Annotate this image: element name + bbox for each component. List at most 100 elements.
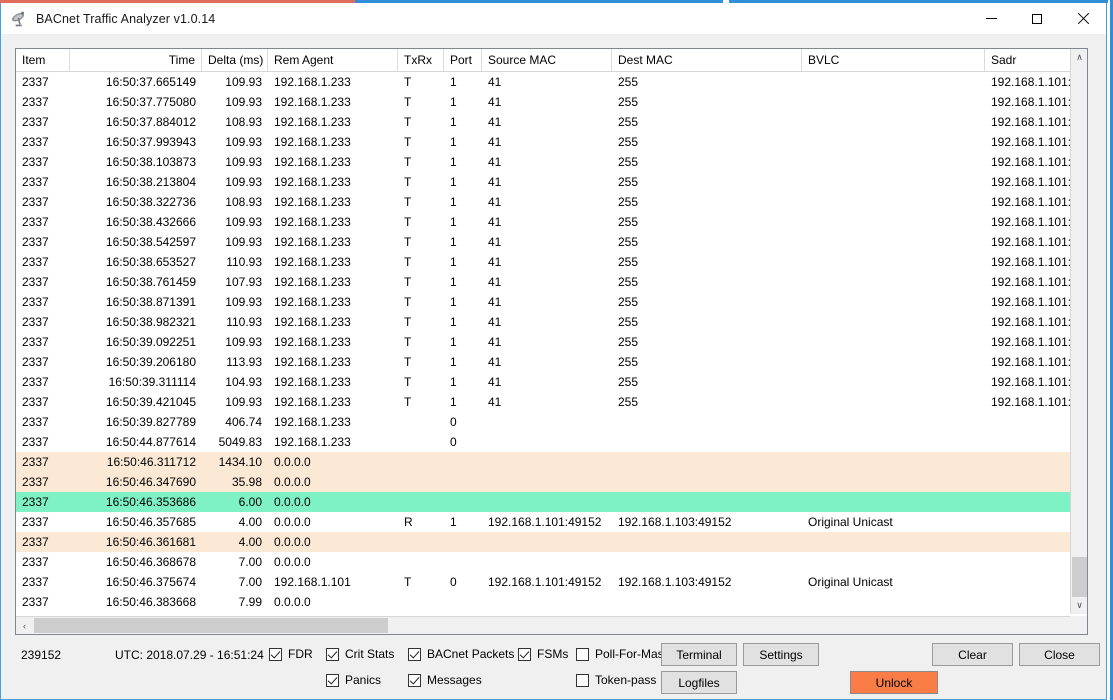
table-row[interactable]: 2337 16:50:38.761459 107.93 192.168.1.233 T 1… bbox=[16, 272, 1072, 292]
checkbox-token-pass-box[interactable] bbox=[576, 673, 589, 687]
checkbox-bacnet-packets-box[interactable] bbox=[408, 647, 421, 661]
title-bar[interactable]: BACnet Traffic Analyzer v1.0.14 bbox=[1, 3, 1106, 34]
checkbox-bacnet-packets[interactable]: BACnet Packets bbox=[408, 647, 514, 661]
horizontal-scrollbar-thumb[interactable] bbox=[34, 618, 388, 633]
column-header-time[interactable]: Time bbox=[70, 49, 202, 71]
checkbox-poll-for-master-box[interactable] bbox=[576, 647, 589, 661]
column-header-port[interactable]: Port bbox=[444, 49, 482, 71]
cell-port: 1 bbox=[450, 155, 457, 169]
horizontal-scrollbar[interactable]: ‹ › bbox=[16, 616, 1087, 634]
cell-port: 1 bbox=[450, 355, 457, 369]
cell-txrx: T bbox=[404, 155, 412, 169]
table-row[interactable]: 2337 16:50:46.361681 4.00 0.0.0.0 bbox=[16, 532, 1072, 552]
table-row[interactable]: 2337 16:50:46.347690 35.98 0.0.0.0 bbox=[16, 472, 1072, 492]
table-row[interactable]: 2337 16:50:46.311712 1434.10 0.0.0.0 bbox=[16, 452, 1072, 472]
scroll-left-button[interactable]: ‹ bbox=[16, 617, 33, 634]
table-row[interactable]: 2337 16:50:38.871391 109.93 192.168.1.233 T 1… bbox=[16, 292, 1072, 312]
table-row[interactable]: 2337 16:50:38.432666 109.93 192.168.1.233 T 1… bbox=[16, 212, 1072, 232]
cell-txrx: T bbox=[404, 175, 412, 189]
cell-port: 1 bbox=[450, 255, 457, 269]
table-row[interactable]: 2337 16:50:46.383668 7.99 0.0.0.0 bbox=[16, 592, 1072, 612]
cell-sadr: 192.168.1.101:49 bbox=[991, 75, 1072, 89]
checkbox-crit-stats-box[interactable] bbox=[326, 647, 339, 661]
cell-time: 16:50:37.993943 bbox=[105, 135, 196, 149]
table-row[interactable]: 2337 16:50:46.368678 7.00 0.0.0.0 bbox=[16, 552, 1072, 572]
grid-body[interactable]: 2337 16:50:37.665149 109.93 192.168.1.233 T 1… bbox=[16, 72, 1072, 614]
table-row[interactable]: 2337 16:50:38.322736 108.93 192.168.1.233 T 1… bbox=[16, 192, 1072, 212]
table-row[interactable]: 2337 16:50:46.357685 4.00 0.0.0.0 R 1 192.168.… bbox=[16, 512, 1072, 532]
column-header-txrx[interactable]: TxRx bbox=[398, 49, 444, 71]
table-row[interactable]: 2337 16:50:38.653527 110.93 192.168.1.233 T 1… bbox=[16, 252, 1072, 272]
table-row[interactable]: 2337 16:50:39.206180 113.93 192.168.1.233 T 1… bbox=[16, 352, 1072, 372]
table-row[interactable]: 2337 16:50:37.665149 109.93 192.168.1.233 T 1… bbox=[16, 72, 1072, 92]
table-row[interactable]: 2337 16:50:38.982321 110.93 192.168.1.233 T 1… bbox=[16, 312, 1072, 332]
cell-txrx: T bbox=[404, 375, 412, 389]
cell-rem: 192.168.1.233 bbox=[274, 115, 351, 129]
column-header-item[interactable]: Item bbox=[16, 49, 70, 71]
cell-bvlc: Original Unicast bbox=[808, 575, 893, 589]
table-row[interactable]: 2337 16:50:39.827789 406.74 192.168.1.233 0 bbox=[16, 412, 1072, 432]
table-row[interactable]: 2337 16:50:37.993943 109.93 192.168.1.233 T 1… bbox=[16, 132, 1072, 152]
minimize-button[interactable] bbox=[968, 3, 1014, 34]
table-row[interactable]: 2337 16:50:39.092251 109.93 192.168.1.233 T 1… bbox=[16, 332, 1072, 352]
window-title: BACnet Traffic Analyzer v1.0.14 bbox=[36, 11, 216, 26]
table-row[interactable]: 233716:50:46.3896656.00192.168.1.101R019… bbox=[16, 612, 1072, 614]
column-header-smac[interactable]: Source MAC bbox=[482, 49, 612, 71]
cell-time: 16:50:38.322736 bbox=[105, 195, 196, 209]
vertical-scrollbar-thumb[interactable] bbox=[1072, 557, 1087, 597]
checkbox-messages-box[interactable] bbox=[408, 673, 421, 687]
maximize-button[interactable] bbox=[1014, 3, 1060, 34]
column-header-bvlc[interactable]: BVLC bbox=[802, 49, 985, 71]
table-row[interactable]: 2337 16:50:39.421045 109.93 192.168.1.233 T 1… bbox=[16, 392, 1072, 412]
cell-time: 16:50:46.368678 bbox=[105, 555, 196, 569]
scroll-up-button[interactable]: ∧ bbox=[1071, 49, 1087, 66]
table-row[interactable]: 2337 16:50:38.213804 109.93 192.168.1.233 T 1… bbox=[16, 172, 1072, 192]
cell-sadr: 192.168.1.101:49 bbox=[991, 235, 1072, 249]
cell-bvlc: Original Broadcast bbox=[802, 612, 985, 614]
column-header-dmac[interactable]: Dest MAC bbox=[612, 49, 802, 71]
checkbox-fdr-box[interactable] bbox=[269, 647, 282, 661]
clear-button[interactable]: Clear bbox=[932, 643, 1013, 666]
cell-delta: 7.99 bbox=[238, 595, 262, 609]
unlock-button[interactable]: Unlock bbox=[850, 671, 938, 694]
table-row[interactable]: 2337 16:50:38.542597 109.93 192.168.1.233 T 1… bbox=[16, 232, 1072, 252]
cell-smac: 41 bbox=[488, 135, 502, 149]
table-row[interactable]: 2337 16:50:38.103873 109.93 192.168.1.233 T 1… bbox=[16, 152, 1072, 172]
checkbox-panics-box[interactable] bbox=[326, 673, 339, 687]
scroll-down-button[interactable]: ∨ bbox=[1071, 597, 1087, 614]
cell-item: 2337 bbox=[22, 555, 49, 569]
cell-time: 16:50:39.421045 bbox=[105, 395, 196, 409]
column-header-rem[interactable]: Rem Agent bbox=[268, 49, 398, 71]
column-header-delta[interactable]: Delta (ms) bbox=[202, 49, 268, 71]
checkbox-token-pass[interactable]: Token-pass bbox=[576, 673, 656, 687]
cell-item: 2337 bbox=[22, 435, 49, 449]
checkbox-panics[interactable]: Panics bbox=[326, 673, 381, 687]
cell-rem: 192.168.1.233 bbox=[274, 75, 351, 89]
settings-button[interactable]: Settings bbox=[743, 643, 819, 666]
table-row[interactable]: 2337 16:50:39.311114 104.93 192.168.1.233 T 1… bbox=[16, 372, 1072, 392]
checkbox-fsms[interactable]: FSMs bbox=[518, 647, 568, 661]
checkbox-fsms-box[interactable] bbox=[518, 647, 531, 661]
close-button[interactable]: Close bbox=[1019, 643, 1100, 666]
table-row[interactable]: 2337 16:50:37.775080 109.93 192.168.1.233 T 1… bbox=[16, 92, 1072, 112]
grid-header-row[interactable]: Item Time Delta (ms) Rem Agent TxRx Port Sourc… bbox=[16, 49, 1087, 72]
cell-rem: 192.168.1.233 bbox=[274, 415, 351, 429]
cell-smac: 41 bbox=[488, 195, 502, 209]
cell-rem: 0.0.0.0 bbox=[274, 455, 311, 469]
close-window-button[interactable] bbox=[1060, 3, 1106, 34]
cell-dmac: 255 bbox=[618, 75, 639, 89]
table-row[interactable]: 2337 16:50:46.353686 6.00 0.0.0.0 bbox=[16, 492, 1072, 512]
cell-item: 2337 bbox=[22, 175, 49, 189]
table-row[interactable]: 2337 16:50:46.375674 7.00 192.168.1.101 T 0 19… bbox=[16, 572, 1072, 592]
vertical-scrollbar[interactable]: ∧ ∨ bbox=[1070, 49, 1087, 614]
checkbox-messages[interactable]: Messages bbox=[408, 673, 482, 687]
cell-delta: 109.93 bbox=[225, 175, 262, 189]
table-row[interactable]: 2337 16:50:44.877614 5049.83 192.168.1.233 0 bbox=[16, 432, 1072, 452]
table-row[interactable]: 2337 16:50:37.884012 108.93 192.168.1.233 T 1… bbox=[16, 112, 1072, 132]
checkbox-crit-stats[interactable]: Crit Stats bbox=[326, 647, 394, 661]
cell-sadr: 192.168.1.101:49 bbox=[991, 115, 1072, 129]
logfiles-button[interactable]: Logfiles bbox=[661, 671, 737, 694]
packet-list-view[interactable]: Item Time Delta (ms) Rem Agent TxRx Port Sourc… bbox=[15, 48, 1088, 635]
checkbox-fdr[interactable]: FDR bbox=[269, 647, 313, 661]
terminal-button[interactable]: Terminal bbox=[661, 643, 737, 666]
